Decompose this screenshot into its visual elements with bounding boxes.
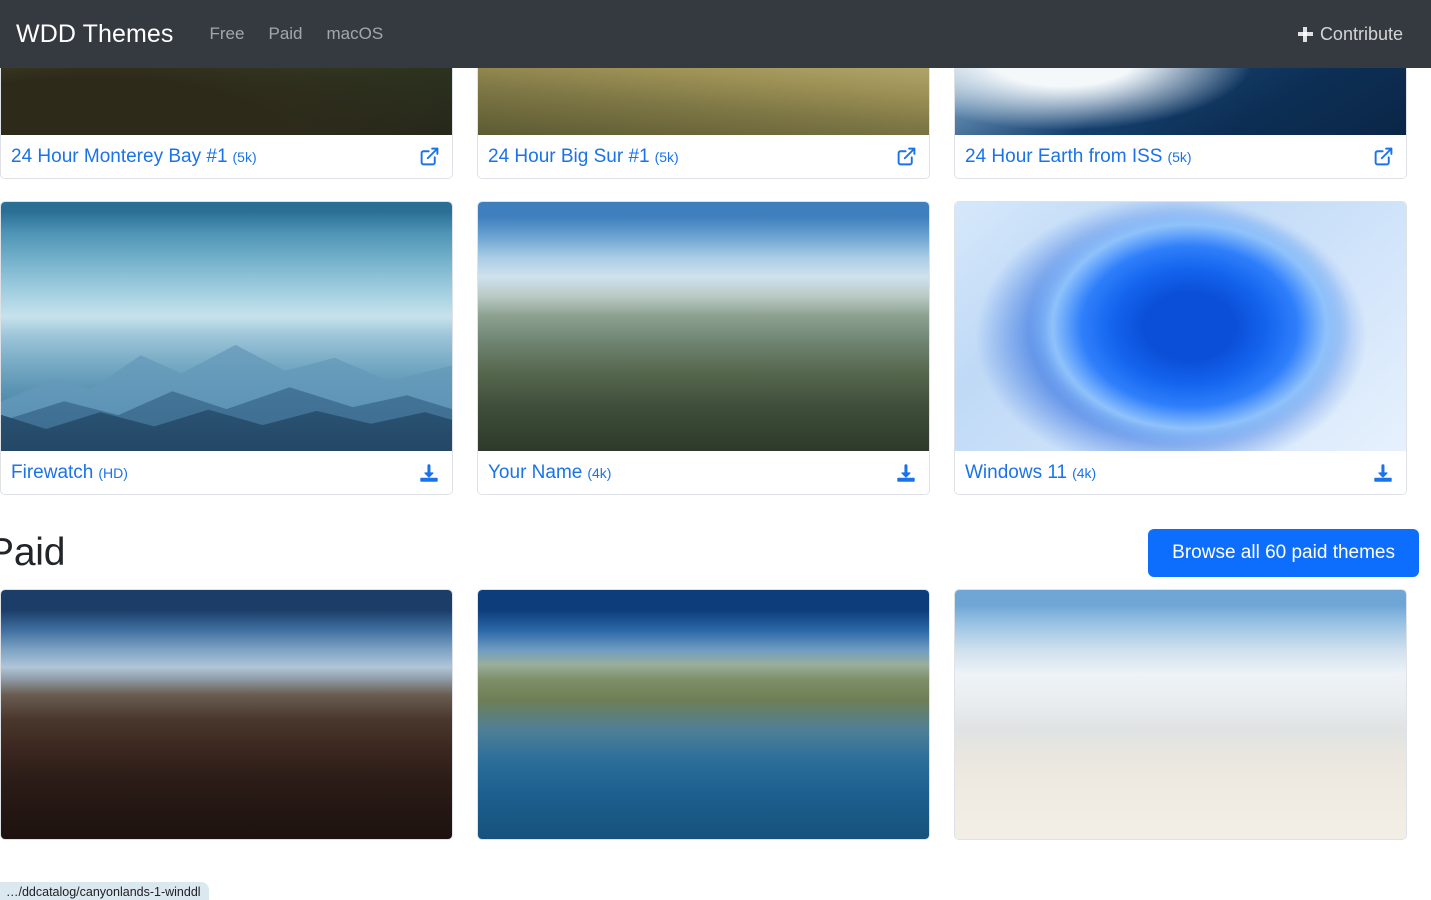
theme-title-link[interactable]: 24 Hour Earth from ISS (965, 146, 1162, 168)
theme-resolution: (5k) (1167, 148, 1192, 165)
theme-card[interactable] (477, 589, 930, 840)
theme-card-body: Your Name (4k) (478, 451, 929, 494)
theme-card[interactable]: 24 Hour Monterey Bay #1 (5k) (0, 68, 453, 179)
download-icon[interactable] (893, 460, 919, 486)
theme-thumbnail[interactable] (478, 590, 929, 839)
external-link-icon[interactable] (1370, 144, 1396, 170)
download-icon[interactable] (416, 460, 442, 486)
page-scroll-area[interactable]: 24 Hour Monterey Bay #1 (5k) 24 Hour Big… (0, 68, 1431, 900)
theme-card-body: 24 Hour Earth from ISS (5k) (955, 135, 1406, 178)
theme-thumbnail[interactable] (1, 590, 452, 839)
top-navbar: WDD Themes Free Paid macOS Contribute (0, 0, 1431, 68)
paid-section-header: Paid Browse all 60 paid themes (0, 517, 1419, 589)
nav-links: Free Paid macOS (198, 20, 396, 48)
theme-resolution: (HD) (98, 464, 128, 481)
theme-thumbnail[interactable] (955, 68, 1406, 135)
theme-resolution: (4k) (587, 464, 612, 481)
external-link-icon[interactable] (893, 144, 919, 170)
free-themes-row-2: Firewatch (HD) Your Name (4k) Windows 11… (0, 201, 1419, 495)
theme-resolution: (4k) (1072, 464, 1097, 481)
theme-title-link[interactable]: Firewatch (11, 462, 93, 484)
browse-paid-themes-button[interactable]: Browse all 60 paid themes (1148, 529, 1419, 577)
theme-title-link[interactable]: Your Name (488, 462, 582, 484)
theme-thumbnail[interactable] (478, 202, 929, 451)
brand-logo[interactable]: WDD Themes (16, 20, 174, 49)
theme-card[interactable]: 24 Hour Earth from ISS (5k) (954, 68, 1407, 179)
navbar-right: Contribute (1297, 23, 1415, 45)
theme-card[interactable]: Windows 11 (4k) (954, 201, 1407, 495)
theme-resolution: (5k) (654, 148, 679, 165)
link-url-status-bar: …/ddcatalog/canyonlands-1-winddl (0, 882, 209, 900)
nav-link-macos[interactable]: macOS (315, 20, 396, 48)
contribute-button[interactable]: Contribute (1297, 23, 1403, 45)
theme-card-body: 24 Hour Monterey Bay #1 (5k) (1, 135, 452, 178)
contribute-label: Contribute (1319, 23, 1403, 44)
paid-themes-row-1 (0, 589, 1419, 840)
theme-card[interactable]: Your Name (4k) (477, 201, 930, 495)
theme-title-link[interactable]: 24 Hour Big Sur #1 (488, 146, 650, 168)
external-link-icon[interactable] (416, 144, 442, 170)
free-themes-row-1: 24 Hour Monterey Bay #1 (5k) 24 Hour Big… (0, 68, 1419, 179)
theme-thumbnail[interactable] (1, 68, 452, 135)
nav-link-free[interactable]: Free (198, 20, 257, 48)
theme-card-body: 24 Hour Big Sur #1 (5k) (478, 135, 929, 178)
content-container: 24 Hour Monterey Bay #1 (5k) 24 Hour Big… (0, 68, 1431, 840)
theme-thumbnail[interactable] (955, 590, 1406, 839)
theme-card-body: Windows 11 (4k) (955, 451, 1406, 494)
theme-thumbnail[interactable] (955, 202, 1406, 451)
theme-title-link[interactable]: Windows 11 (965, 462, 1067, 484)
theme-thumbnail[interactable] (1, 202, 452, 451)
theme-resolution: (5k) (232, 148, 257, 165)
theme-card[interactable]: 24 Hour Big Sur #1 (5k) (477, 68, 930, 179)
theme-card[interactable] (0, 589, 453, 840)
theme-title-link[interactable]: 24 Hour Monterey Bay #1 (11, 146, 228, 168)
nav-link-paid[interactable]: Paid (256, 20, 314, 48)
plus-icon (1297, 26, 1313, 42)
download-icon[interactable] (1370, 460, 1396, 486)
theme-card[interactable] (954, 589, 1407, 840)
theme-card-body: Firewatch (HD) (1, 451, 452, 494)
theme-thumbnail[interactable] (478, 68, 929, 135)
page-section-title: Paid (0, 531, 66, 574)
theme-card[interactable]: Firewatch (HD) (0, 201, 453, 495)
